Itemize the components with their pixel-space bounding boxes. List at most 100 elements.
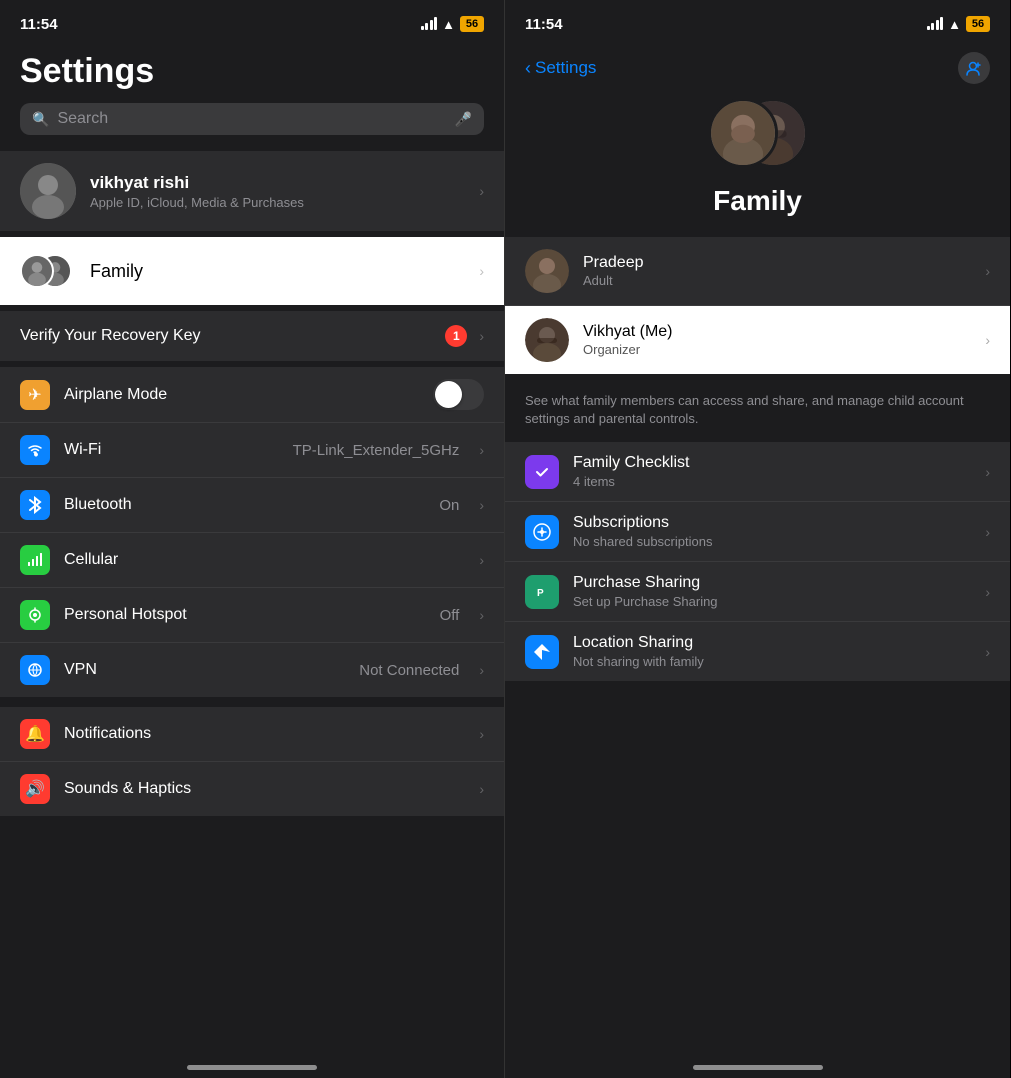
subscriptions-info: Subscriptions No shared subscriptions (573, 514, 971, 549)
members-section: Pradeep Adult › Vikhyat (Me) Organizer › (505, 237, 1010, 374)
family-checklist-info: Family Checklist 4 items (573, 454, 971, 489)
vpn-item[interactable]: VPN Not Connected › (0, 643, 504, 697)
account-info: vikhyat rishi Apple ID, iCloud, Media & … (90, 173, 465, 210)
cellular-label: Cellular (64, 551, 465, 569)
back-button[interactable]: ‹ Settings (525, 58, 596, 79)
cellular-item[interactable]: Cellular › (0, 533, 504, 588)
notifications-label: Notifications (64, 725, 465, 743)
wifi-label: Wi-Fi (64, 441, 279, 459)
nav-bar: ‹ Settings (505, 44, 1010, 88)
wifi-value: TP-Link_Extender_5GHz (293, 442, 460, 459)
airplane-mode-icon: ✈ (20, 380, 50, 410)
back-chevron-icon: ‹ (525, 58, 531, 79)
search-placeholder: Search (57, 110, 446, 128)
location-sharing-icon (525, 635, 559, 669)
vikhyat-chevron: › (985, 332, 990, 348)
recovery-badge: 1 (445, 325, 467, 347)
account-avatar (20, 163, 76, 219)
account-subtitle: Apple ID, iCloud, Media & Purchases (90, 195, 465, 210)
pradeep-info: Pradeep Adult (583, 254, 971, 288)
status-icons-left: ▲ 56 (421, 16, 484, 32)
member-pradeep[interactable]: Pradeep Adult › (505, 237, 1010, 306)
wifi-setting-icon (20, 435, 50, 465)
home-indicator-right (693, 1065, 823, 1070)
sounds-chevron: › (479, 781, 484, 797)
vpn-value: Not Connected (359, 662, 459, 679)
purchase-sharing-name: Purchase Sharing (573, 574, 971, 592)
location-sharing-item[interactable]: Location Sharing Not sharing with family… (505, 622, 1010, 681)
subscriptions-sub: No shared subscriptions (573, 534, 971, 549)
pradeep-role: Adult (583, 273, 971, 288)
notifications-section: 🔔 Notifications › 🔊 Sounds & Haptics › (0, 707, 504, 816)
bluetooth-chevron: › (479, 497, 484, 513)
bluetooth-label: Bluetooth (64, 496, 425, 514)
time-left: 11:54 (20, 16, 58, 33)
wifi-chevron: › (479, 442, 484, 458)
vpn-label: VPN (64, 661, 345, 679)
status-icons-right: ▲ 56 (927, 16, 990, 32)
vikhyat-info: Vikhyat (Me) Organizer (583, 323, 971, 357)
left-panel: 11:54 ▲ 56 Settings 🔍 Search 🎤 (0, 0, 505, 1078)
hotspot-item[interactable]: Personal Hotspot Off › (0, 588, 504, 643)
wifi-icon: ▲ (442, 17, 455, 32)
airplane-mode-item[interactable]: ✈ Airplane Mode (0, 367, 504, 423)
family-page-title: Family (713, 185, 802, 217)
location-sharing-name: Location Sharing (573, 634, 971, 652)
svg-text:P: P (537, 588, 544, 599)
purchase-sharing-item[interactable]: P Purchase Sharing Set up Purchase Shari… (505, 562, 1010, 622)
search-bar[interactable]: 🔍 Search 🎤 (20, 103, 484, 135)
cellular-icon (20, 545, 50, 575)
wifi-item[interactable]: Wi-Fi TP-Link_Extender_5GHz › (0, 423, 504, 478)
family-chevron: › (479, 263, 484, 279)
vpn-icon (20, 655, 50, 685)
pradeep-chevron: › (985, 263, 990, 279)
vpn-chevron: › (479, 662, 484, 678)
add-member-button[interactable] (958, 52, 990, 84)
settings-list: ✈ Airplane Mode Wi-Fi TP-Link_Extender_5… (0, 367, 504, 697)
subscriptions-icon (525, 515, 559, 549)
airplane-mode-toggle[interactable] (433, 379, 484, 410)
sounds-item[interactable]: 🔊 Sounds & Haptics › (0, 762, 504, 816)
battery-indicator-right: 56 (966, 16, 990, 32)
family-header: Family (505, 88, 1010, 237)
bluetooth-item[interactable]: Bluetooth On › (0, 478, 504, 533)
settings-title: Settings (0, 44, 504, 103)
family-header-avatar-1 (708, 98, 778, 168)
vikhyat-name: Vikhyat (Me) (583, 323, 971, 341)
signal-icon-right (927, 18, 944, 30)
mic-icon: 🎤 (455, 111, 472, 128)
family-avatar-1 (20, 254, 54, 288)
wifi-icon-right: ▲ (948, 17, 961, 32)
family-checklist-item[interactable]: Family Checklist 4 items › (505, 442, 1010, 502)
time-right: 11:54 (525, 16, 563, 33)
cellular-chevron: › (479, 552, 484, 568)
family-row[interactable]: Family › (0, 237, 504, 305)
vikhyat-role: Organizer (583, 342, 971, 357)
notifications-item[interactable]: 🔔 Notifications › (0, 707, 504, 762)
status-bar-left: 11:54 ▲ 56 (0, 0, 504, 44)
family-avatars (20, 251, 76, 291)
notifications-icon: 🔔 (20, 719, 50, 749)
battery-indicator-left: 56 (460, 16, 484, 32)
bluetooth-icon (20, 490, 50, 520)
right-panel: 11:54 ▲ 56 ‹ Settings (505, 0, 1010, 1078)
hotspot-icon (20, 600, 50, 630)
member-vikhyat[interactable]: Vikhyat (Me) Organizer › (505, 306, 1010, 374)
subscriptions-item[interactable]: Subscriptions No shared subscriptions › (505, 502, 1010, 562)
pradeep-name: Pradeep (583, 254, 971, 272)
family-checklist-chevron: › (985, 464, 990, 480)
back-label: Settings (535, 58, 596, 78)
hotspot-label: Personal Hotspot (64, 606, 426, 624)
recovery-text: Verify Your Recovery Key (20, 327, 433, 345)
family-description: See what family members can access and s… (505, 384, 1010, 442)
hotspot-chevron: › (479, 607, 484, 623)
location-sharing-info: Location Sharing Not sharing with family (573, 634, 971, 669)
purchase-sharing-sub: Set up Purchase Sharing (573, 594, 971, 609)
recovery-section[interactable]: Verify Your Recovery Key 1 › (0, 311, 504, 361)
family-checklist-name: Family Checklist (573, 454, 971, 472)
vikhyat-avatar (525, 318, 569, 362)
purchase-sharing-info: Purchase Sharing Set up Purchase Sharing (573, 574, 971, 609)
family-label: Family (90, 261, 465, 282)
bluetooth-value: On (439, 497, 459, 514)
account-row[interactable]: vikhyat rishi Apple ID, iCloud, Media & … (0, 151, 504, 231)
